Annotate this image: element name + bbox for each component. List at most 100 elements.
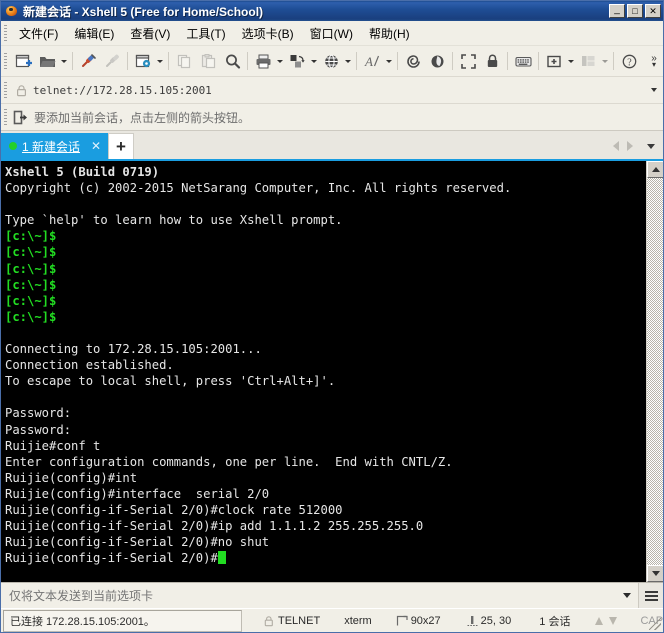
toolbar-globe[interactable] [319,49,343,73]
resize-grip[interactable] [649,618,661,630]
new-tab-button[interactable]: + [108,133,135,159]
hamburger-icon-line [644,598,658,601]
disconnect-icon [105,54,119,67]
toolbar-compose-bar[interactable] [511,49,535,73]
terminal-line: Copyright (c) 2002-2015 NetSarang Comput… [5,181,512,196]
scroll-down-arrow[interactable] [647,565,663,582]
status-cursor: 25, 30 [461,611,518,631]
toolbar-arrange[interactable] [576,49,600,73]
status-cursor-label: 25, 30 [480,614,512,627]
toolbar-new-session[interactable] [11,49,35,73]
toolbar-gripper[interactable] [4,53,7,69]
send-history-dropdown[interactable] [616,584,638,608]
maximize-button[interactable]: □ [627,4,643,18]
scroll-up-arrow[interactable] [647,161,663,178]
status-protocol-label: TELNET [278,614,321,627]
menu-tabs[interactable]: 选项卡(B) [234,22,302,45]
properties-icon [135,54,150,67]
close-icon: ✕ [649,5,657,16]
toolbar-find[interactable] [220,49,244,73]
toolbar-log[interactable] [401,49,425,73]
xshell-icon [4,3,20,19]
close-button[interactable]: ✕ [645,4,661,18]
terminal-line: To escape to local shell, press 'Ctrl+Al… [5,374,336,389]
menu-window[interactable]: 窗口(W) [302,22,361,45]
status-terminal-type: xterm [344,614,372,627]
toolbar-overflow-button[interactable]: » ▾ [647,49,661,73]
svg-text:A: A [364,54,373,69]
menu-help[interactable]: 帮助(H) [361,22,418,45]
chevron-right-icon[interactable] [627,141,633,151]
toolbar-transfer-caret[interactable] [309,49,319,73]
status-connection: 已连接 172.28.15.105:2001。 [3,609,242,632]
main-toolbar: A ? » ▾ [1,46,663,77]
toolbar-paste[interactable] [196,49,220,73]
connected-led [9,142,17,150]
toolbar-print[interactable] [251,49,275,73]
toolbar-separator [72,52,73,70]
add-to-favorites-icon [13,110,27,124]
toolbar-properties[interactable] [131,49,155,73]
address-dropdown-button[interactable] [645,80,663,100]
toolbar-capture[interactable] [425,49,449,73]
send-text-input[interactable] [1,582,616,609]
address-bar-gripper[interactable] [4,82,7,98]
tab-bar: 1 新建会话 ✕ + [1,131,663,159]
menu-view[interactable]: 查看(V) [122,22,178,45]
title-bar: 新建会话 - Xshell 5 (Free for Home/School) _… [1,1,663,21]
hint-bar-gripper[interactable] [4,109,7,125]
resize-icon [396,615,408,625]
status-protocol: TELNET [258,611,326,631]
terminal-output[interactable]: Xshell 5 (Build 0719) Copyright (c) 2002-… [1,161,646,582]
toolbar-copy[interactable] [172,49,196,73]
toolbar-new-folder-caret[interactable] [566,49,576,73]
globe-icon [324,54,338,68]
address-input[interactable]: telnet://172.28.15.105:2001 [11,80,645,100]
toolbar-fullscreen[interactable] [456,49,480,73]
toolbar-separator [356,52,357,70]
chevron-left-icon[interactable] [613,141,619,151]
toolbar-properties-caret[interactable] [155,49,165,73]
status-bar: 已连接 172.28.15.105:2001。 TELNET xterm 90x… [1,608,663,632]
add-folder-icon [546,55,561,67]
toolbar-font[interactable]: A [360,49,384,73]
menu-file[interactable]: 文件(F) [11,22,66,45]
toolbar-separator [247,52,248,70]
toolbar-file-transfer[interactable] [285,49,309,73]
menu-bar-gripper[interactable] [4,25,7,41]
toolbar-globe-caret[interactable] [343,49,353,73]
terminal-line: [c:\~]$ [5,229,57,244]
menu-tools[interactable]: 工具(T) [178,22,233,45]
status-size-label: 90x27 [410,614,441,627]
tab-session-1[interactable]: 1 新建会话 ✕ [1,133,109,159]
send-options-menu-button[interactable] [638,582,663,609]
toolbar-arrange-caret[interactable] [600,49,610,73]
terminal-cursor [217,551,226,565]
address-url: telnet://172.28.15.105:2001 [33,83,212,97]
toolbar-lock[interactable] [480,49,504,73]
terminal-line: Ruijie(config)#int [5,470,138,485]
toolbar-new-folder[interactable] [542,49,566,73]
toolbar-help[interactable]: ? [617,49,641,73]
minimize-button[interactable]: _ [609,4,625,18]
toolbar-disconnect[interactable] [100,49,124,73]
layout-icon [581,55,594,66]
connect-icon [81,53,96,67]
terminal-line: Connection established. [5,358,174,373]
tab-close-icon[interactable]: ✕ [90,139,102,153]
toolbar-open-session[interactable] [35,49,59,73]
toolbar-connect[interactable] [76,49,100,73]
toolbar-font-caret[interactable] [384,49,394,73]
toolbar-print-caret[interactable] [275,49,285,73]
transfer-down-arrow [609,616,618,625]
maximize-icon: □ [632,5,638,16]
terminal-line: [c:\~]$ [5,309,57,324]
toolbar-open-caret[interactable] [59,49,69,73]
terminal-scrollbar[interactable] [646,161,663,582]
tab-list-chevron-down-icon[interactable] [647,143,655,149]
menu-edit[interactable]: 编辑(E) [66,22,122,45]
toolbar-separator [613,52,614,70]
hamburger-icon-line [644,590,658,593]
